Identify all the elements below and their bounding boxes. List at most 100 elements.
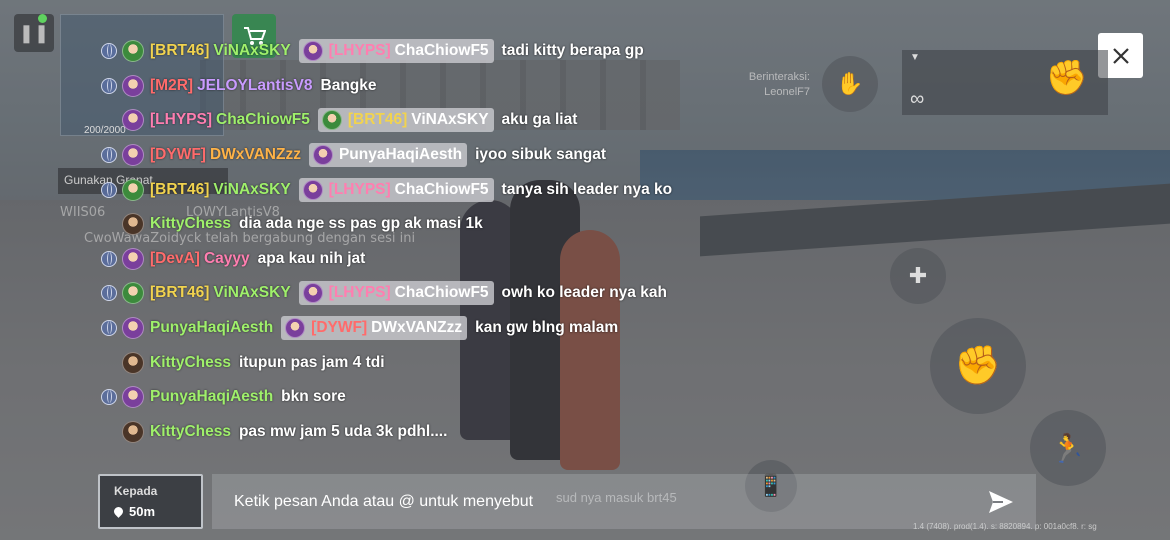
sender-name[interactable]: [BRT46] ViNAxSKY [150, 42, 291, 60]
avatar[interactable] [122, 40, 144, 63]
sprint-button[interactable]: 🏃 [1030, 410, 1106, 486]
sender-username: PunyaHaqiAesth [150, 388, 274, 406]
sender-username: DWxVANZzz [209, 146, 301, 164]
avatar [285, 318, 306, 339]
sender-username: ChaChiowF5 [216, 111, 310, 129]
mention-username: ChaChiowF5 [394, 180, 489, 198]
avatar[interactable] [122, 109, 144, 132]
clan-tag: [LHYPS] [328, 284, 391, 302]
message-text: pas mw jam 5 uda 3k pdhl.... [238, 422, 448, 440]
chat-message-list[interactable]: [BRT46] ViNAxSKY [LHYPS] ChaChiowF5 tadi kit… [98, 34, 738, 449]
mention-chip[interactable]: [DYWF] DWxVANZzz [281, 316, 468, 341]
interact-title: Berinteraksi: [748, 71, 810, 83]
recipient-selector[interactable]: Kepada 50m [98, 474, 203, 529]
clan-tag: [BRT46] [150, 42, 210, 60]
chat-input[interactable] [234, 492, 934, 511]
chat-message[interactable]: [BRT46] ViNAxSKY [LHYPS] ChaChiowF5 tadi kit… [98, 34, 738, 69]
mention-name: [LHYPS] ChaChiowF5 [329, 181, 489, 199]
chat-message[interactable]: [M2R] JELOYLantisV8 Bangke [98, 69, 738, 104]
sender-name[interactable]: [BRT46] ViNAxSKY [150, 284, 291, 302]
avatar[interactable] [122, 247, 144, 270]
avatar[interactable] [122, 420, 144, 443]
pause-button[interactable]: ❚❚ [14, 14, 54, 52]
sender-name[interactable]: KittyChess [150, 215, 231, 233]
globe-icon [101, 43, 117, 60]
sender-username: ViNAxSKY [213, 42, 291, 60]
avatar[interactable] [122, 351, 144, 374]
sender-name[interactable]: [M2R] JELOYLantisV8 [150, 77, 313, 95]
globe-icon [101, 320, 117, 337]
sender-username: PunyaHaqiAesth [150, 319, 274, 337]
chat-message[interactable]: PunyaHaqiAesth [DYWF] DWxVANZzz kan gw blng… [98, 311, 738, 346]
sender-username: ViNAxSKY [213, 180, 291, 198]
mention-chip[interactable]: [BRT46] ViNAxSKY [317, 108, 494, 133]
mention-username: PunyaHaqiAesth [338, 146, 463, 164]
clan-tag: [LHYPS] [150, 111, 212, 129]
chat-input-bar[interactable] [212, 474, 1036, 529]
globe-icon [101, 77, 117, 94]
mention-username: DWxVANZzz [371, 319, 463, 337]
send-icon [989, 491, 1013, 513]
message-text: tadi kitty berapa gp [501, 42, 644, 60]
sender-name[interactable]: KittyChess [150, 354, 231, 372]
chat-message[interactable]: [DYWF] DWxVANZzz PunyaHaqiAesth iyoo sibuk … [98, 138, 738, 173]
weapon-panel[interactable]: ▼ ✊ ∞ [902, 50, 1108, 115]
medkit-button[interactable]: ✚ [890, 248, 946, 304]
globe-icon [101, 147, 117, 164]
sender-name[interactable]: PunyaHaqiAesth [150, 388, 273, 406]
avatar[interactable] [122, 317, 144, 340]
globe-icon [101, 285, 117, 302]
caret-down-icon: ▼ [910, 52, 920, 63]
location-pin-icon [112, 505, 125, 518]
sender-name[interactable]: [DYWF] DWxVANZzz [150, 146, 301, 164]
clan-tag: [BRT46] [347, 111, 408, 129]
sender-name[interactable]: [LHYPS] ChaChiowF5 [150, 111, 310, 129]
interact-label: Berinteraksi: LeonelF7 [740, 70, 810, 100]
send-button[interactable] [980, 482, 1022, 522]
chat-message[interactable]: KittyChess pas mw jam 5 uda 3k pdhl.... [98, 415, 738, 450]
avatar [302, 41, 323, 62]
sender-name[interactable]: KittyChess [150, 423, 231, 441]
sender-username: KittyChess [150, 353, 231, 371]
chat-message[interactable]: [BRT46] ViNAxSKY [LHYPS] ChaChiowF5 tanya si… [98, 172, 738, 207]
chat-message[interactable]: [BRT46] ViNAxSKY [LHYPS] ChaChiowF5 owh ko l… [98, 276, 738, 311]
message-text: tanya sih leader nya ko [501, 180, 673, 198]
punch-button[interactable]: ✊ [930, 318, 1026, 414]
chat-message[interactable]: KittyChess dia ada nge ss pas gp ak masi … [98, 207, 738, 242]
avatar [312, 145, 333, 166]
clan-tag: [M2R] [150, 76, 194, 94]
clan-tag: [LHYPS] [328, 42, 391, 60]
avatar[interactable] [122, 386, 144, 409]
clan-tag: [DevA] [150, 249, 200, 267]
interact-button[interactable]: ✋ [822, 56, 878, 112]
clan-tag: [DYWF] [311, 319, 368, 337]
avatar[interactable] [122, 144, 144, 167]
mention-chip[interactable]: [LHYPS] ChaChiowF5 [298, 281, 494, 306]
chat-message[interactable]: [DevA] Cayyy apa kau nih jat [98, 242, 738, 277]
sender-name[interactable]: [DevA] Cayyy [150, 250, 250, 268]
fist-icon: ✊ [954, 345, 1002, 387]
message-text: bkn sore [281, 388, 346, 406]
chat-message[interactable]: PunyaHaqiAesth bkn sore [98, 380, 738, 415]
message-text: iyoo sibuk sangat [475, 146, 607, 164]
mention-chip[interactable]: PunyaHaqiAesth [308, 143, 468, 168]
sender-username: Cayyy [203, 249, 250, 267]
mention-chip[interactable]: [LHYPS] ChaChiowF5 [298, 39, 494, 64]
mention-username: ViNAxSKY [411, 111, 489, 129]
sender-name[interactable]: PunyaHaqiAesth [150, 319, 273, 337]
online-status-dot [38, 14, 47, 23]
sender-name[interactable]: [BRT46] ViNAxSKY [150, 181, 291, 199]
avatar[interactable] [122, 74, 144, 97]
clan-tag: [DYWF] [150, 146, 206, 164]
avatar[interactable] [122, 282, 144, 305]
chat-message[interactable]: KittyChess itupun pas jam 4 tdi [98, 345, 738, 380]
chat-message[interactable]: [LHYPS] ChaChiowF5 [BRT46] ViNAxSKY aku ga l… [98, 103, 738, 138]
avatar[interactable] [122, 178, 144, 201]
run-icon: 🏃 [1050, 432, 1086, 464]
mention-chip[interactable]: [LHYPS] ChaChiowF5 [298, 177, 494, 202]
clan-tag: [LHYPS] [328, 180, 391, 198]
sender-username: ViNAxSKY [213, 284, 291, 302]
globe-icon [101, 389, 117, 406]
avatar[interactable] [122, 213, 144, 236]
message-text: dia ada nge ss pas gp ak masi 1k [238, 215, 483, 233]
